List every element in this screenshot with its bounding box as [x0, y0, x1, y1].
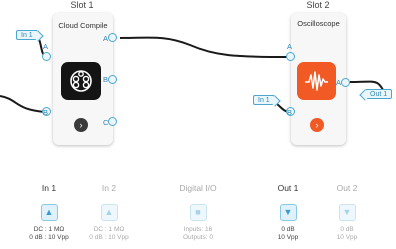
io-out1-title: Out 1: [277, 183, 299, 193]
slot-1-output-b-port[interactable]: [108, 75, 117, 84]
io-digital[interactable]: Digital I/O ■ Inputs: 16 Outputs: 0: [168, 183, 228, 242]
io-out2[interactable]: Out 2 ▼ 0 dB 10 Vpp: [317, 183, 377, 242]
io-out2-button[interactable]: ▼: [338, 204, 356, 221]
slot-1-output-c-label: C: [103, 118, 109, 127]
io-in1[interactable]: In 1 ▲ DC : 1 MΩ 0 dB : 10 Vpp: [19, 183, 79, 242]
slot-2-instrument-name: Oscilloscope: [297, 19, 340, 28]
io-out1-button[interactable]: ▼: [279, 204, 297, 221]
io-in2-button[interactable]: ▲: [100, 204, 118, 221]
slot-2-open-button[interactable]: ›: [310, 118, 324, 132]
triangle-up-icon: ▲: [104, 207, 114, 217]
slot-2-in1-tag[interactable]: In 1: [253, 95, 275, 105]
slot-1-output-a-port[interactable]: [108, 33, 117, 42]
io-out1-range: 10 Vpp: [277, 234, 299, 241]
slot-2-output-a-port[interactable]: [341, 78, 350, 87]
slot-2-input-a-label: A: [287, 42, 293, 51]
io-in1-title: In 1: [41, 183, 57, 193]
slot-2-output-a-label: A: [336, 78, 342, 87]
slot-2-title: Slot 2: [306, 0, 330, 10]
io-digital-button[interactable]: ■: [189, 204, 207, 221]
slot-1-output-a-label: A: [103, 34, 109, 43]
io-in1-button[interactable]: ▲: [40, 204, 58, 221]
io-out2-title: Out 2: [336, 183, 358, 193]
chevron-right-icon: ›: [79, 120, 83, 130]
square-icon: ■: [195, 207, 201, 217]
slot-1-input-a-port[interactable]: [42, 52, 51, 61]
io-digital-outputs: Outputs: 0: [183, 234, 213, 241]
triangle-down-icon: ▼: [342, 207, 352, 217]
io-digital-title: Digital I/O: [179, 183, 217, 193]
slot-1-output-c-port[interactable]: [108, 117, 117, 126]
oscilloscope-logo: [297, 62, 336, 100]
slot-1-in1-tag[interactable]: In 1: [16, 30, 38, 40]
io-out1-gain: 0 dB: [281, 226, 295, 233]
io-in2[interactable]: In 2 ▲ DC : 1 MΩ 0 dB : 10 Vpp: [79, 183, 139, 242]
cloud-compile-icon: [70, 70, 92, 92]
slot-2-out1-tag[interactable]: Out 1: [365, 89, 393, 99]
io-out2-range: 10 Vpp: [336, 234, 358, 241]
slot-1-input-a-label: A: [43, 42, 49, 51]
io-digital-inputs: Inputs: 16: [183, 226, 213, 233]
slot-1-input-b-label: B: [43, 108, 49, 117]
chevron-right-icon: ›: [315, 120, 319, 130]
slot-2-input-a-port[interactable]: [286, 52, 295, 61]
wire-external-to-slot1-input-b: [0, 95, 47, 113]
io-in2-title: In 2: [101, 183, 117, 193]
triangle-down-icon: ▼: [283, 207, 293, 217]
cloud-compile-logo: [61, 62, 101, 100]
io-out2-gain: 0 dB: [340, 226, 354, 233]
slot-1-title: Slot 1: [70, 0, 94, 10]
triangle-up-icon: ▲: [44, 207, 54, 217]
io-in2-range: 0 dB : 10 Vpp: [89, 234, 129, 241]
io-in1-coupling: DC : 1 MΩ: [33, 226, 65, 233]
io-in1-range: 0 dB : 10 Vpp: [29, 234, 69, 241]
slot-1-output-b-label: B: [103, 75, 109, 84]
waveform-icon: [305, 71, 328, 91]
io-out1[interactable]: Out 1 ▼ 0 dB 10 Vpp: [258, 183, 318, 242]
slot-2-input-b-label: B: [287, 108, 293, 117]
wire-slot1-output-a-to-slot2-input-a: [119, 36, 291, 58]
io-in2-coupling: DC : 1 MΩ: [93, 226, 125, 233]
slot-1-open-button[interactable]: ›: [74, 118, 88, 132]
slot-1-instrument-name: Cloud Compile: [58, 21, 108, 30]
